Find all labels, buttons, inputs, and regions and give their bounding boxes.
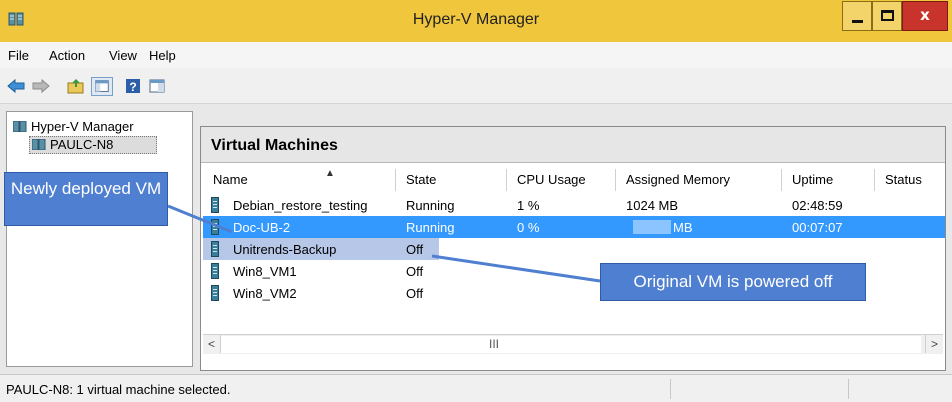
vm-name: Win8_VM2	[233, 286, 297, 301]
column-assigned-memory[interactable]: Assigned Memory	[616, 169, 782, 191]
menu-action[interactable]: Action	[49, 48, 85, 63]
vm-state: Running	[406, 198, 455, 213]
callout-original-powered-off: Original VM is powered off	[600, 263, 866, 301]
horizontal-scrollbar[interactable]: < III >	[203, 334, 943, 354]
vm-name: Doc-UB-2	[233, 220, 291, 235]
column-state[interactable]: State	[396, 169, 507, 191]
vm-icon	[211, 285, 219, 301]
tree-root-label: Hyper-V Manager	[31, 119, 134, 134]
svg-text:?: ?	[129, 80, 136, 94]
forward-arrow-icon[interactable]	[32, 78, 50, 94]
menu-help[interactable]: Help	[149, 48, 176, 63]
column-uptime-label: Uptime	[792, 172, 834, 187]
vm-name: Unitrends-Backup	[233, 242, 337, 257]
vm-state: Off	[406, 264, 424, 279]
menu-file[interactable]: File	[8, 48, 29, 63]
column-name[interactable]: Name ▲	[203, 168, 396, 191]
help-icon[interactable]: ?	[124, 78, 142, 94]
minimize-button[interactable]	[842, 1, 872, 31]
action-pane-icon[interactable]	[148, 78, 166, 94]
hyperv-manager-icon	[13, 121, 27, 132]
tree-item-server[interactable]: PAULC-N8	[29, 136, 157, 154]
minimize-icon	[852, 20, 863, 23]
vm-memory: MB	[673, 220, 693, 235]
window-title: Hyper-V Manager	[412, 11, 540, 28]
table-row[interactable]: Debian_restore_testing Running 1 % 1024 …	[203, 194, 945, 216]
column-uptime[interactable]: Uptime	[782, 169, 875, 191]
folder-up-icon[interactable]	[67, 78, 85, 94]
column-name-label: Name	[213, 172, 248, 187]
column-state-label: State	[406, 172, 437, 187]
pane-header: Virtual Machines	[201, 127, 945, 163]
vm-cpu: 1 %	[517, 198, 540, 213]
show-hide-tree-icon[interactable]	[91, 77, 113, 96]
vm-state: Off	[406, 242, 424, 257]
back-arrow-icon[interactable]	[7, 78, 25, 94]
column-cpu-usage[interactable]: CPU Usage	[507, 169, 616, 191]
status-divider	[670, 379, 671, 399]
sort-ascending-icon: ▲	[325, 168, 335, 179]
column-cpu-label: CPU Usage	[517, 172, 586, 187]
vm-name: Win8_VM1	[233, 264, 297, 279]
callout-newly-deployed: Newly deployed VM	[4, 172, 168, 226]
vm-icon	[211, 197, 219, 213]
vm-cpu: 0 %	[517, 220, 540, 235]
vm-name: Debian_restore_testing	[233, 198, 368, 213]
tree-server-label: PAULC-N8	[50, 137, 114, 152]
navigation-tree: Hyper-V Manager PAULC-N8	[6, 111, 193, 367]
vm-icon	[211, 241, 219, 257]
close-icon: x	[920, 6, 930, 24]
redacted-value	[633, 220, 671, 234]
scroll-right-button[interactable]: >	[925, 335, 943, 353]
menu-view[interactable]: View	[109, 48, 137, 63]
status-bar: PAULC-N8: 1 virtual machine selected.	[0, 374, 952, 402]
vm-state: Running	[406, 220, 455, 235]
maximize-button[interactable]	[872, 1, 902, 31]
column-memory-label: Assigned Memory	[626, 172, 731, 187]
table-row[interactable]: Unitrends-Backup Off	[203, 238, 945, 260]
scroll-thumb[interactable]: III	[221, 336, 921, 353]
scroll-grip: III	[489, 337, 500, 351]
column-status[interactable]: Status	[875, 169, 943, 191]
status-divider	[848, 379, 849, 399]
vm-uptime: 00:07:07	[792, 220, 843, 235]
vm-uptime: 02:48:59	[792, 198, 843, 213]
table-row-selected[interactable]: Doc-UB-2 Running 0 % MB 00:07:07	[203, 216, 945, 238]
maximize-icon	[881, 10, 894, 21]
column-status-label: Status	[885, 172, 922, 187]
server-icon	[32, 139, 46, 150]
menu-bar: File Action View Help	[0, 42, 952, 68]
pane-title: Virtual Machines	[211, 137, 338, 154]
title-bar: Hyper-V Manager x	[0, 0, 952, 42]
close-button[interactable]: x	[902, 1, 948, 31]
status-text: PAULC-N8: 1 virtual machine selected.	[6, 382, 231, 397]
toolbar: ?	[0, 68, 952, 104]
vm-memory: 1024 MB	[626, 198, 679, 213]
vm-icon	[211, 219, 219, 235]
scroll-left-button[interactable]: <	[203, 335, 221, 353]
virtual-machines-pane: Virtual Machines Name ▲ State CPU Usage …	[200, 126, 946, 371]
vm-state: Off	[406, 286, 424, 301]
vm-icon	[211, 263, 219, 279]
